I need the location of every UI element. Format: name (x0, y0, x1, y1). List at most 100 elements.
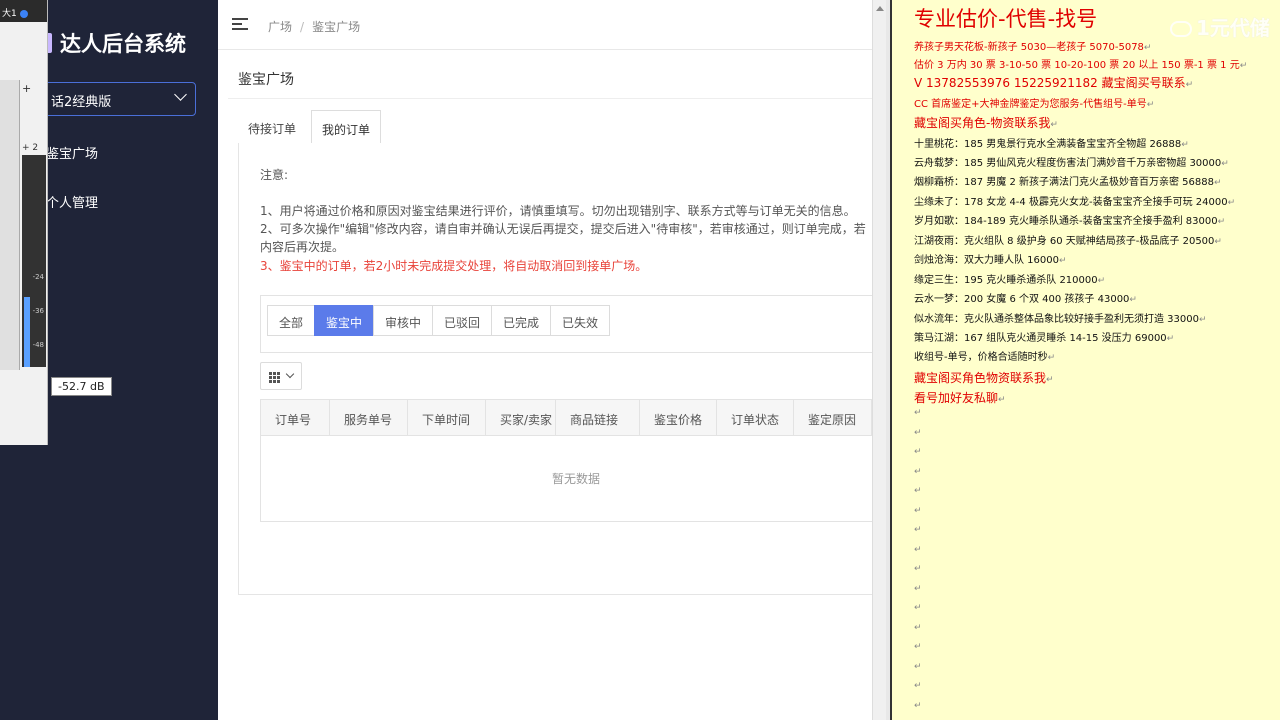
menu-toggle-icon[interactable] (232, 18, 248, 31)
notepad-line: 尘缘未了：178 女龙 4-4 极霹克火女龙-装备宝宝齐全接手可玩 24000↵ (914, 193, 1235, 208)
paragraph-mark-icon: ↵ (914, 622, 922, 633)
paragraph-mark-icon: ↵ (914, 525, 922, 535)
tab-pending-orders[interactable]: 待接订单 (238, 110, 306, 144)
notepad-line-text: 看号加好友私聊 (914, 391, 999, 405)
notepad-line: 岁月如歌：184-189 克火睡杀队通杀-装备宝宝齐全接手盈利 83000↵ (914, 212, 1225, 227)
watermark-text: 1元代储 (1196, 16, 1270, 40)
db-tooltip: -52.7 dB (51, 377, 112, 396)
sidebar-item-personal-management[interactable]: 个人管理 (46, 192, 98, 211)
level-meter: -24 -36 -48 (22, 155, 46, 367)
grid-icon (269, 372, 280, 383)
notice-heading: 注意: (260, 168, 289, 182)
notepad-line-text: 十里桃花：185 男鬼景行克水全满装备宝宝齐全物超 26888 (914, 139, 1182, 150)
notepad-line: V 13782553976 15225921182 藏宝阁买号联系↵ (914, 74, 1193, 91)
notice-warning: 3、鉴宝中的订单，若2小时未完成提交处理，将自动取消回到接单广场。 (260, 259, 648, 273)
notepad-overlay: 专业估价-代售-找号 养孩子男天花板-新孩子 5030—老孩子 5070-507… (890, 0, 1280, 720)
notice-line: 内容后再次提。 (260, 240, 345, 254)
sidebar-item-label: 鉴宝广场 (46, 147, 99, 162)
paragraph-mark-icon: ↵ (1046, 375, 1054, 385)
breadcrumb-separator: / (300, 20, 305, 34)
top-bar: 广场 / 鉴宝广场 (218, 0, 886, 50)
column-header[interactable]: 订单状态 (717, 400, 794, 436)
paragraph-mark-icon: ↵ (1239, 61, 1248, 71)
filter-appraising-button[interactable]: 鉴宝中 (314, 305, 374, 336)
column-header[interactable]: 鉴宝价格 (640, 400, 717, 436)
audio-channel-label: 大1 (2, 9, 17, 19)
paragraph-mark-icon: ↵ (1146, 100, 1155, 110)
column-header[interactable]: 下单时间 (408, 400, 486, 436)
empty-state: 暂无数据 (551, 472, 600, 486)
page-header: 鉴宝广场 (228, 55, 878, 99)
column-header[interactable]: 订单号 (261, 400, 330, 436)
column-header[interactable]: 买家/卖家 (486, 400, 556, 436)
table-header: 订单号 服务单号 下单时间 买家/卖家 商品链接 鉴宝价格 订单状态 鉴定原因 (261, 400, 886, 436)
watermark: 1元代储 (1170, 12, 1270, 41)
scroll-up-icon[interactable] (876, 6, 884, 11)
column-toggle-button[interactable] (260, 362, 302, 390)
notepad-line: 藏宝阁买角色物资联系我↵ (914, 369, 1054, 386)
paragraph-mark-icon: ↵ (914, 583, 922, 594)
column-header[interactable]: 鉴定原因 (794, 400, 872, 436)
column-header[interactable]: 商品链接 (556, 400, 640, 436)
filter-completed-button[interactable]: 已完成 (491, 305, 551, 336)
paragraph-mark-icon: ↵ (1097, 276, 1106, 286)
tab-my-orders[interactable]: 我的订单 (311, 110, 382, 144)
notepad-line: 藏宝阁买角色-物资联系我↵ (914, 114, 1058, 131)
notepad-line: 估价 3 万内 30 票 3-10-50 票 10-20-100 票 20 以上… (914, 56, 1247, 71)
notepad-line-text: 江湖夜雨：克火组队 8 级护身 60 天赋神结局孩子-极品底子 20500 (914, 236, 1215, 247)
meter-tick: -48 (32, 341, 44, 349)
filter-expired-button[interactable]: 已失效 (550, 305, 610, 336)
notepad-line-text: 收组号-单号，价格合适随时秒 (914, 352, 1048, 363)
notepad-title: 专业估价-代售-找号 (914, 7, 1098, 31)
app-logo: 达人后台系统 (44, 28, 186, 58)
version-select[interactable]: 话2经典版 (30, 82, 196, 116)
chevron-down-icon (174, 88, 187, 101)
filter-all-button[interactable]: 全部 (267, 305, 315, 336)
sidebar-item-appraisal-square[interactable]: 鉴宝广场 (46, 143, 98, 162)
main-content: 广场 / 鉴宝广场 鉴宝广场 待接订单 我的订单 注意: 1、用户将通过价格和原因对… (218, 0, 886, 720)
orders-table: 订单号 服务单号 下单时间 买家/卖家 商品链接 鉴宝价格 订单状态 鉴定原因 … (260, 399, 886, 522)
paragraph-mark-icon: ↵ (914, 486, 922, 496)
paw-icon (1170, 21, 1192, 37)
chevron-down-icon (285, 369, 295, 379)
breadcrumb-home[interactable]: 广场 (268, 20, 292, 34)
filter-rejected-button[interactable]: 已驳回 (432, 305, 492, 336)
audio-strip-header: 大1 (0, 0, 47, 22)
filter-reviewing-button[interactable]: 审核中 (373, 305, 433, 336)
breadcrumb-current: 鉴宝广场 (312, 20, 361, 34)
paragraph-mark-icon: ↵ (1185, 80, 1194, 90)
notepad-line: CC 首席鉴定+大神金牌鉴定为您服务-代售组号-单号↵ (914, 95, 1154, 110)
notepad-line: 看号加好友私聊↵ (914, 389, 1006, 406)
fader-panel[interactable] (0, 80, 20, 370)
paragraph-mark-icon: ↵ (914, 466, 922, 477)
notepad-line: 十里桃花：185 男鬼景行克水全满装备宝宝齐全物超 26888↵ (914, 135, 1189, 150)
meter-tick: -36 (32, 307, 44, 315)
paragraph-mark-icon: ↵ (1221, 159, 1229, 169)
paragraph-mark-icon: ↵ (914, 700, 922, 711)
paragraph-mark-icon: ↵ (1181, 140, 1189, 150)
vertical-scrollbar[interactable] (872, 0, 886, 720)
notepad-line-text: 尘缘未了：178 女龙 4-4 极霹克火女龙-装备宝宝齐全接手可玩 24000 (914, 197, 1228, 208)
paragraph-mark-icon: ↵ (914, 544, 922, 555)
notepad-line: 收组号-单号，价格合适随时秒↵ (914, 348, 1055, 363)
notepad-line-text: 云水一梦：200 女魔 6 个双 400 孩孩子 43000 (914, 294, 1130, 305)
paragraph-mark-icon: ↵ (1214, 237, 1222, 247)
notepad-line-text: CC 首席鉴定+大神金牌鉴定为您服务-代售组号-单号 (914, 99, 1147, 110)
notepad-line: 策马江湖：167 组队克火通灵睡杀 14-15 没压力 69000↵ (914, 329, 1174, 344)
version-select-value: 话2经典版 (51, 95, 112, 110)
notepad-line: 云水一梦：200 女魔 6 个双 400 孩孩子 43000↵ (914, 290, 1137, 305)
paragraph-mark-icon: ↵ (914, 564, 922, 574)
paragraph-mark-icon: ↵ (1143, 43, 1152, 53)
add-icon[interactable]: + (22, 82, 31, 95)
column-header[interactable]: 服务单号 (330, 400, 408, 436)
breadcrumb: 广场 / 鉴宝广场 (268, 18, 360, 35)
orders-panel: 注意: 1、用户将通过价格和原因对鉴宝结果进行评价，请慎重填写。切勿出现错别字、… (238, 143, 886, 595)
notepad-line: 云舟载梦：185 男仙风克火程度伤害法门满妙音千万亲密物超 30000↵ (914, 154, 1229, 169)
notepad-line: 烟柳霜桥：187 男魔 2 新孩子满法门克火孟极妙音百万亲密 56888↵ (914, 173, 1222, 188)
notepad-line-text: 策马江湖：167 组队克火通灵睡杀 14-15 没压力 69000 (914, 333, 1167, 344)
info-icon[interactable] (19, 9, 28, 18)
level-meter-bar (24, 297, 30, 367)
paragraph-mark-icon: ↵ (914, 603, 922, 613)
paragraph-mark-icon: ↵ (914, 427, 922, 438)
notepad-line: 缘定三生：195 克火睡杀通杀队 210000↵ (914, 271, 1105, 286)
